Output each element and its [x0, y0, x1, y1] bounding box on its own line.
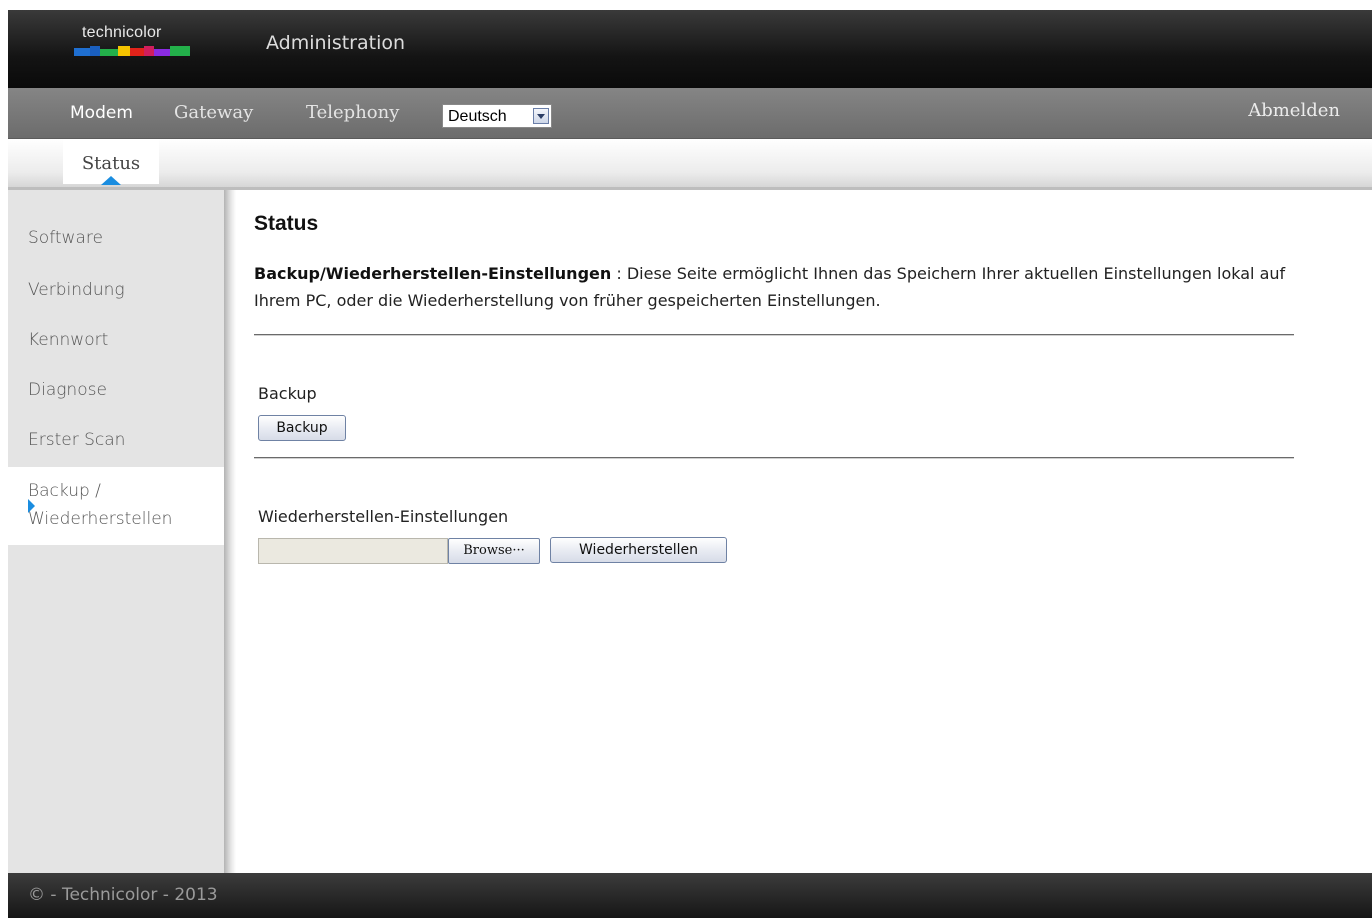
main-nav: Modem Gateway Telephony Deutsch Abmelden [8, 88, 1372, 139]
footer: © - Technicolor - 2013 [8, 873, 1372, 918]
divider [254, 457, 1294, 459]
sidebar-item-backup-restore[interactable]: Backup / Wiederherstellen [8, 467, 224, 545]
page-title: Status [254, 212, 319, 235]
sidebar-item-kennwort[interactable]: Kennwort [8, 318, 224, 358]
nav-item-telephony[interactable]: Telephony [306, 102, 399, 123]
divider [254, 334, 1294, 336]
sidebar: Software Verbindung Kennwort Diagnose Er… [8, 190, 224, 873]
sidebar-item-label: Software [28, 228, 103, 248]
sidebar-item-verbindung[interactable]: Verbindung [8, 268, 224, 308]
top-header: technicolor Administration [8, 10, 1372, 88]
chevron-down-icon[interactable] [533, 108, 549, 124]
copyright-text: © - Technicolor - 2013 [28, 885, 218, 905]
description-heading: Backup/Wiederherstellen-Einstellungen [254, 264, 612, 283]
sub-nav: Status [8, 139, 1372, 190]
restore-label: Wiederherstellen-Einstellungen [258, 507, 509, 526]
logout-link[interactable]: Abmelden [1248, 100, 1340, 121]
backup-button[interactable]: Backup [258, 415, 346, 441]
sidebar-item-diagnose[interactable]: Diagnose [8, 368, 224, 408]
page-description: Backup/Wiederherstellen-Einstellungen : … [254, 260, 1294, 314]
backup-label: Backup [258, 384, 317, 403]
brand-name: technicolor [82, 24, 162, 41]
sidebar-item-label: Erster Scan [28, 430, 126, 450]
tab-status-label: Status [81, 153, 141, 174]
sidebar-item-software[interactable]: Software [8, 218, 224, 258]
sidebar-item-label: Kennwort [28, 330, 109, 350]
sidebar-shadow [224, 190, 236, 873]
restore-button[interactable]: Wiederherstellen [550, 537, 727, 563]
sidebar-item-label: Diagnose [28, 380, 107, 400]
sidebar-item-erster-scan[interactable]: Erster Scan [8, 418, 224, 458]
nav-item-gateway[interactable]: Gateway [174, 102, 253, 123]
file-path-field[interactable] [258, 538, 448, 564]
app-title: Administration [266, 32, 406, 54]
sidebar-item-label-line1: Backup / [28, 481, 101, 501]
tab-status[interactable]: Status [63, 139, 159, 185]
sidebar-item-label: Verbindung [28, 280, 125, 300]
technicolor-logo: technicolor [74, 24, 204, 56]
active-tab-caret-icon [101, 176, 121, 185]
nav-item-modem[interactable]: Modem [70, 103, 133, 123]
description-separator: : [611, 264, 622, 283]
brand-color-bar-icon [74, 46, 190, 56]
language-select[interactable]: Deutsch [442, 104, 552, 128]
language-select-value: Deutsch [448, 108, 507, 125]
sidebar-item-label-line2: Wiederherstellen [28, 509, 173, 529]
browse-button[interactable]: Browse··· [448, 538, 540, 564]
